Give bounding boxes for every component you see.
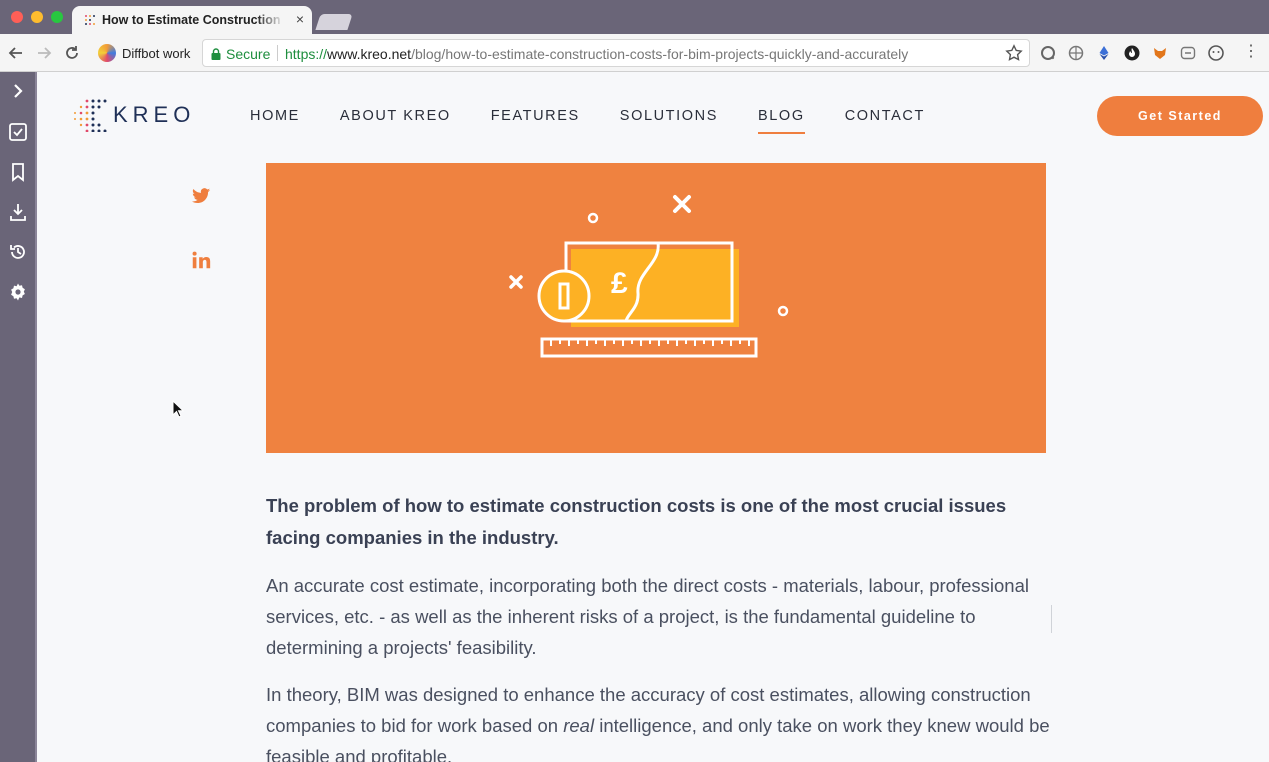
tab-title: How to Estimate Construction Costs for B… (102, 13, 284, 27)
extension-globe-icon[interactable] (1068, 45, 1084, 61)
url-path: /blog/how-to-estimate-construction-costs… (411, 46, 909, 62)
sparkle-cross-1 (673, 195, 691, 213)
cost-estimate-illustration: £ (509, 195, 789, 358)
text-selection-caret (1051, 605, 1052, 633)
nav-contact[interactable]: CONTACT (845, 108, 925, 134)
coin (537, 269, 591, 323)
extension-sidebar (0, 72, 37, 762)
extension-flame-icon[interactable] (1124, 45, 1140, 61)
logo-text: KREO (113, 102, 196, 127)
url-host: www.kreo.net (327, 46, 412, 62)
window-close-button[interactable] (11, 11, 23, 23)
download-icon[interactable] (8, 202, 28, 222)
back-arrow-icon[interactable] (6, 43, 26, 63)
url-text[interactable]: https://www.kreo.net/blog/how-to-estimat… (285, 46, 908, 62)
chevron-right-icon[interactable] (8, 81, 28, 101)
nav-about-kreo[interactable]: ABOUT KREO (340, 108, 451, 134)
forward-arrow-icon[interactable] (34, 43, 54, 63)
bookmark-label: Diffbot work (122, 45, 191, 61)
article-paragraph-1: An accurate cost estimate, incorporating… (266, 575, 1029, 658)
nav-solutions[interactable]: SOLUTIONS (620, 108, 718, 134)
main-nav: HOME ABOUT KREO FEATURES SOLUTIONS BLOG … (250, 108, 965, 134)
gear-icon[interactable] (8, 282, 28, 302)
new-tab-button[interactable] (315, 14, 353, 30)
bookmark-avatar-icon (98, 44, 116, 62)
sparkle-cross-2 (509, 275, 523, 289)
mouse-cursor-icon (172, 400, 184, 418)
browser-titlebar: How to Estimate Construction Costs for B… (0, 0, 1269, 34)
extension-face-icon[interactable] (1208, 45, 1224, 61)
bookmark-star-icon[interactable] (1005, 44, 1023, 62)
bookmark-icon[interactable] (8, 162, 28, 182)
paragraph-2-emphasis: real (563, 715, 595, 736)
tab-close-icon[interactable]: × (296, 12, 304, 26)
kreo-logo[interactable]: KREO (73, 98, 195, 132)
extension-chat-icon[interactable] (1180, 45, 1196, 61)
url-scheme: https:// (285, 46, 328, 62)
linkedin-icon[interactable] (190, 249, 212, 271)
hero-image: £ (266, 163, 1046, 453)
window-maximize-button[interactable] (51, 11, 63, 23)
nav-blog[interactable]: BLOG (758, 108, 805, 134)
secure-indicator[interactable]: Secure (211, 46, 270, 62)
nav-features[interactable]: FEATURES (491, 108, 580, 134)
pound-symbol: £ (611, 267, 628, 300)
url-separator (277, 45, 278, 61)
sparkle-circle-1 (587, 212, 599, 224)
browser-tab-active[interactable]: How to Estimate Construction Costs for B… (72, 6, 312, 34)
bookmark-diffbot-work[interactable]: Diffbot work (98, 41, 190, 65)
browser-toolbar: Diffbot work Secure https://www.kreo.net… (0, 34, 1269, 72)
nav-home[interactable]: HOME (250, 108, 300, 134)
article-paragraph-2: In theory, BIM was designed to enhance t… (266, 679, 1051, 762)
extension-ethereum-icon[interactable] (1096, 45, 1112, 61)
address-bar[interactable]: Secure https://www.kreo.net/blog/how-to-… (202, 39, 1030, 67)
twitter-icon[interactable] (190, 185, 212, 207)
secure-label: Secure (226, 46, 271, 62)
sparkle-circle-2 (777, 305, 789, 317)
webpage: KREO HOME ABOUT KREO FEATURES SOLUTIONS … (37, 72, 1269, 762)
get-started-button[interactable]: Get Started (1097, 96, 1263, 136)
extension-search-icon[interactable] (1040, 45, 1056, 61)
checkbox-icon[interactable] (8, 122, 28, 142)
history-icon[interactable] (8, 242, 28, 262)
lock-icon (211, 48, 221, 60)
article-lead: The problem of how to estimate construct… (266, 495, 1007, 548)
kreo-logo-dots-icon (74, 99, 107, 132)
extension-fox-icon[interactable] (1152, 45, 1168, 61)
window-minimize-button[interactable] (31, 11, 43, 23)
article-body: The problem of how to estimate construct… (266, 490, 1051, 762)
kreo-favicon-icon (85, 15, 95, 25)
browser-menu-icon[interactable]: ⋮ (1243, 44, 1259, 60)
reload-icon[interactable] (62, 43, 82, 63)
